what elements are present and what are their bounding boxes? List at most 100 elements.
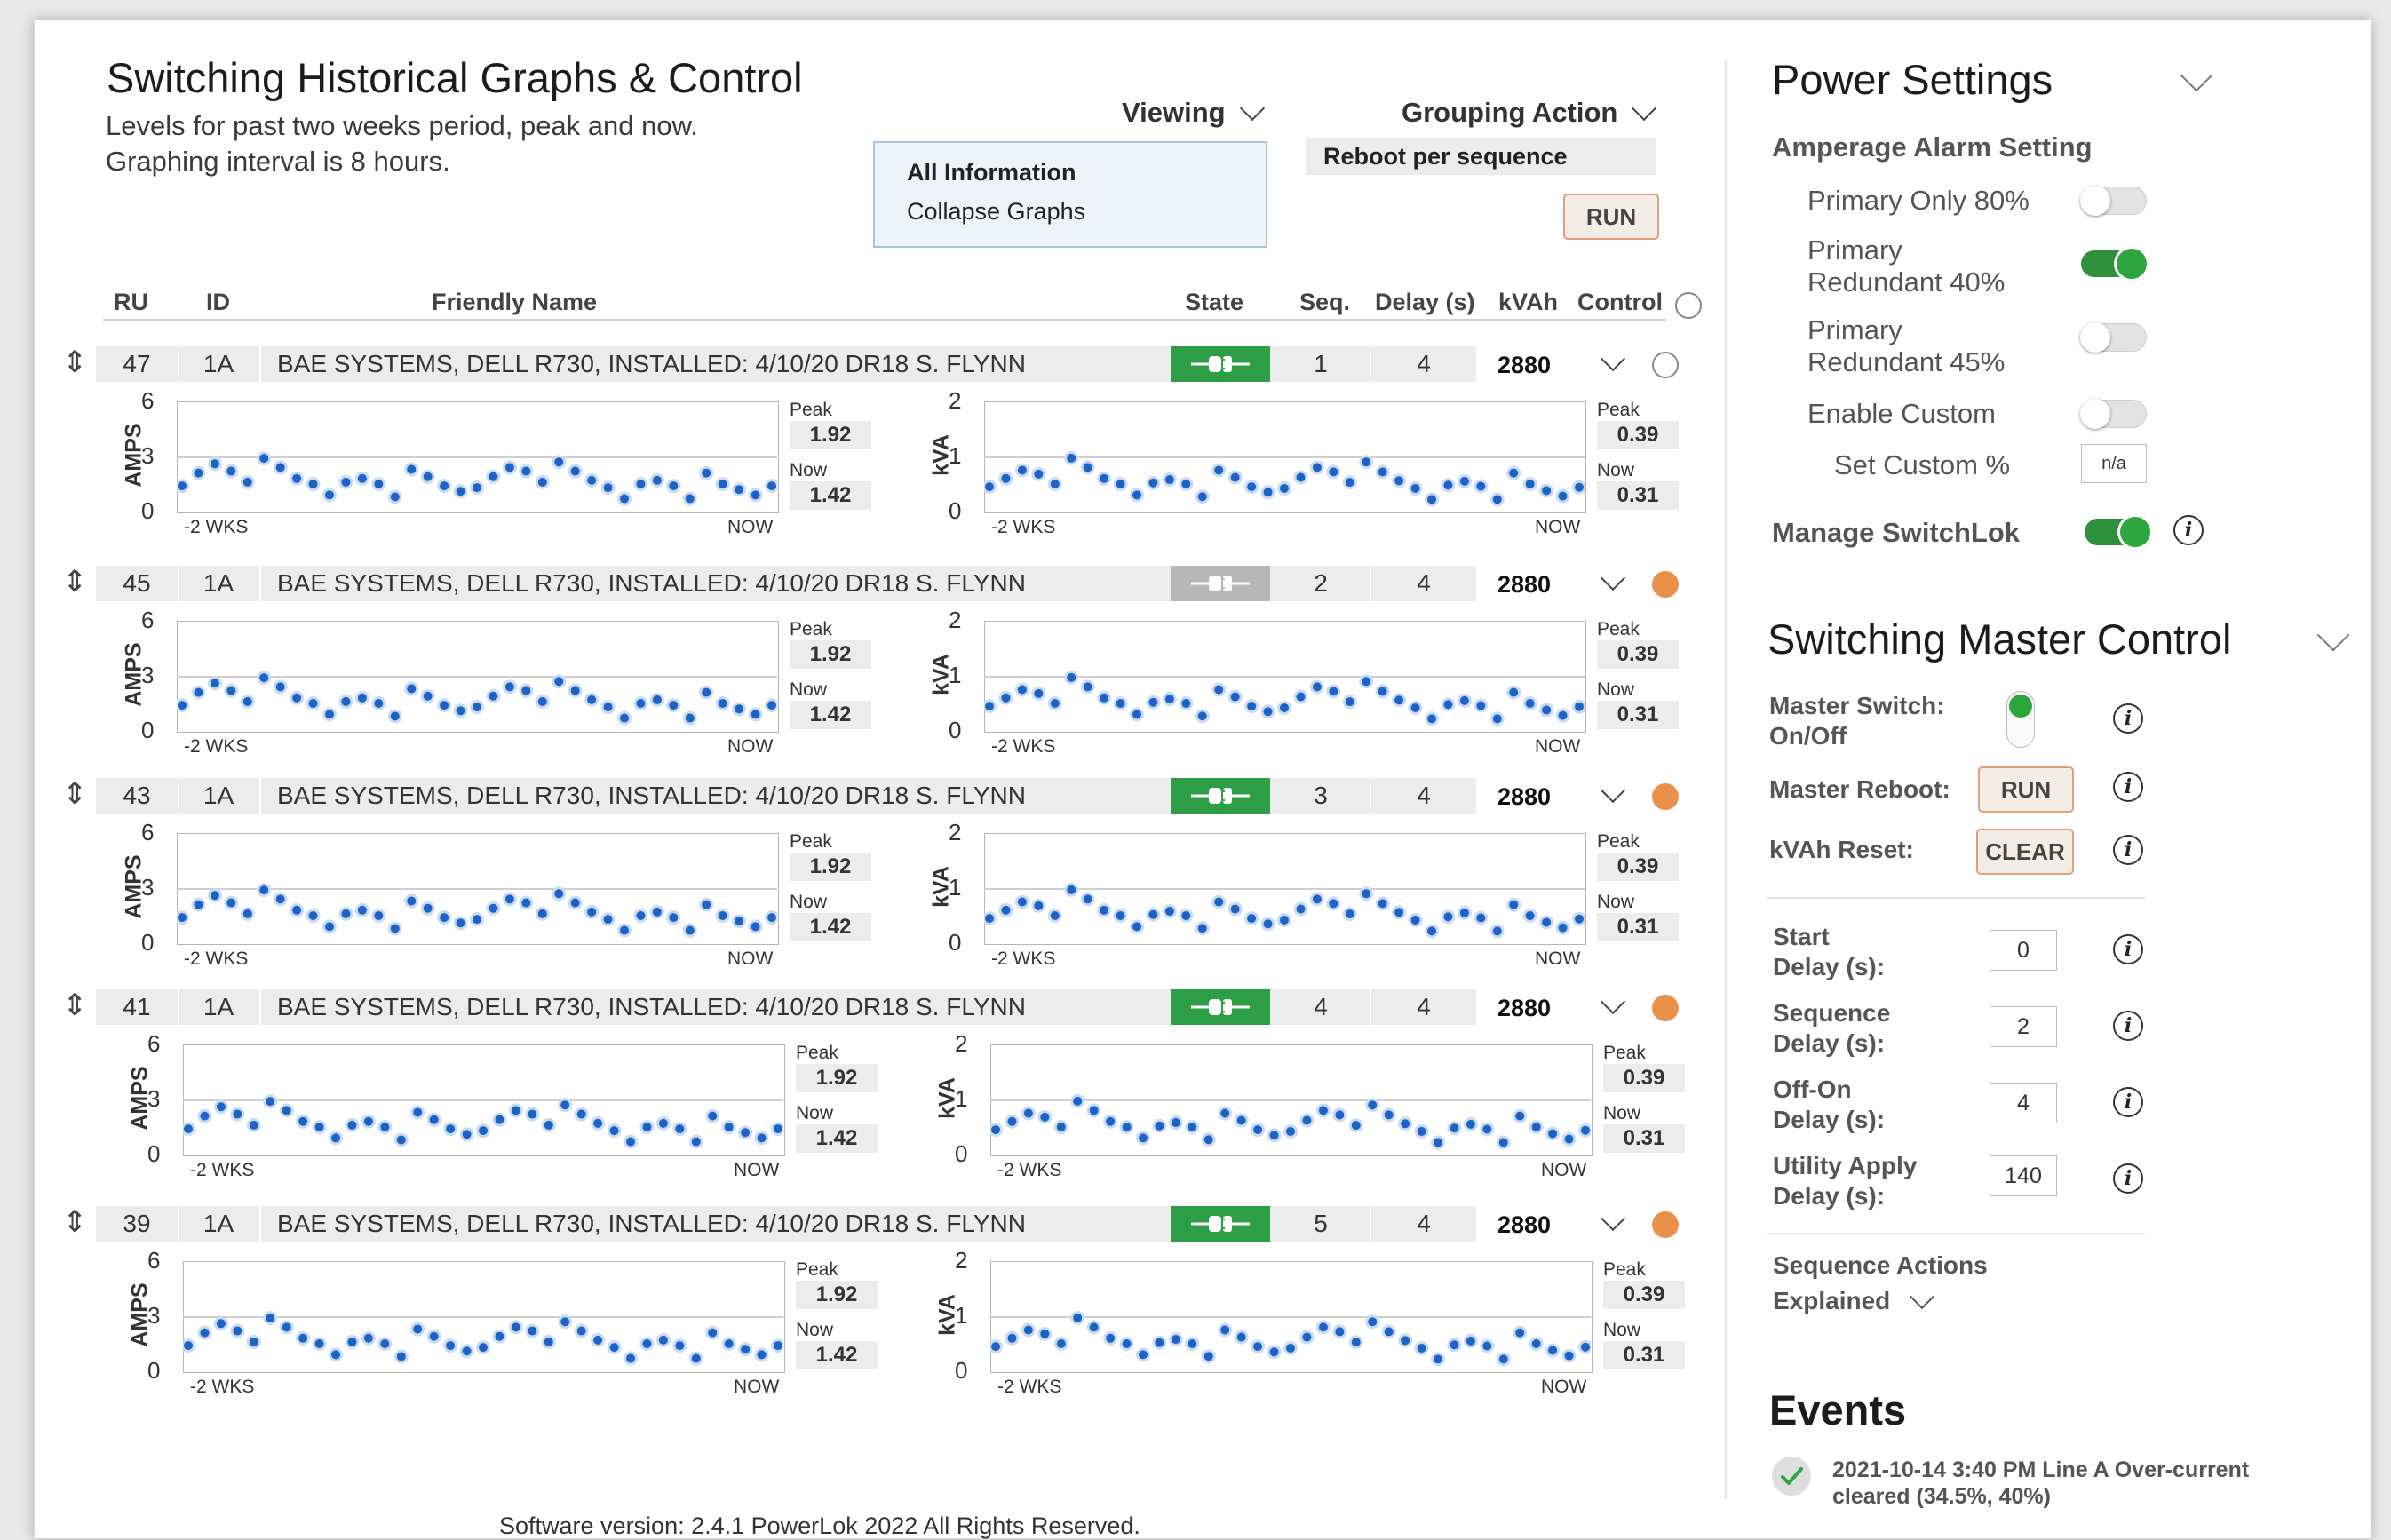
sort-arrows-icon[interactable]: ⇕ [62,564,88,599]
info-icon[interactable]: i [2113,1163,2143,1194]
sort-arrows-icon[interactable]: ⇕ [62,345,88,380]
off-on-delay-input[interactable]: 4 [1990,1083,2057,1123]
info-icon[interactable]: i [2113,1087,2143,1117]
row-select-radio-selected[interactable] [1652,995,1679,1021]
amps-data-point [767,701,776,710]
sort-arrows-icon[interactable]: ⇕ [62,1204,88,1240]
select-all-radio[interactable] [1675,292,1702,319]
row-select-radio[interactable] [1652,352,1679,378]
kva-data-point [1269,1347,1279,1357]
grouping-run-button[interactable]: RUN [1563,194,1659,240]
info-icon[interactable]: i [2113,772,2143,802]
kva-plot-1 [984,670,1585,726]
footer-text: Software version: 2.4.1 PowerLok 2022 Al… [499,1512,1140,1539]
row-select-radio-selected[interactable] [1652,571,1679,598]
kva-data-point [1434,1138,1442,1147]
amps-data-point [363,1116,373,1126]
amps-data-point [423,472,433,481]
grouping-action-dropdown[interactable]: Grouping Action [1402,95,1657,129]
kva-tick-0: 2 [949,387,962,414]
amps-peak-label-1: Peak [790,619,832,639]
grouping-action-select[interactable]: Reboot per sequence [1306,138,1656,175]
amps-data-point [587,907,597,917]
kva-data-point [1531,1339,1541,1348]
menu-item-collapse-graphs[interactable]: Collapse Graphs [907,198,1085,226]
amps-data-point [210,891,219,901]
row-id: 1A [178,346,261,382]
info-icon[interactable]: i [2113,934,2143,964]
sort-arrows-icon[interactable]: ⇕ [62,776,88,812]
kva-data-point [1296,692,1306,702]
kva-data-point [1362,889,1371,899]
start-delay-input[interactable]: 0 [1990,930,2057,971]
kva-data-point [1017,897,1027,907]
kva-data-point [1280,483,1289,493]
amps-tick-1: 3 [141,442,155,469]
set-custom-input[interactable]: n/a [2081,444,2147,483]
kva-data-point [1548,1346,1558,1355]
amps-data-point [489,903,498,913]
utility-apply-delay-label-2: Delay (s): [1773,1182,1886,1210]
row-id: 1A [178,778,261,814]
menu-item-all-information[interactable]: All Information [907,159,1076,187]
toggle-enable-custom[interactable] [2080,399,2147,429]
info-icon[interactable]: i [2113,1011,2143,1041]
option-primary-only-label: Primary Only 80% [1807,185,2030,216]
sort-arrows-icon[interactable]: ⇕ [62,988,88,1023]
amps-data-point [685,925,695,935]
amps-data-point [194,468,203,478]
amps-data-point [233,1326,242,1336]
utility-apply-delay-input[interactable]: 140 [1990,1155,2057,1196]
kva-data-point [1083,894,1092,904]
amps-tick-2: 0 [147,1357,161,1384]
kva-data-point [1394,695,1404,705]
amps-data-point [242,909,252,918]
master-switch-toggle[interactable] [2006,691,2035,748]
amps-tick-0: 6 [141,607,155,633]
sequence-delay-input[interactable]: 2 [1990,1006,2057,1047]
col-friendly-name: Friendly Name [432,289,598,315]
toggle-primary-only[interactable] [2080,186,2147,216]
kva-tick-2: 0 [949,717,962,743]
amps-data-point [626,1353,635,1363]
kvah-reset-clear-button[interactable]: CLEAR [1976,829,2074,875]
master-reboot-run-button[interactable]: RUN [1978,766,2074,813]
kva-data-point [1230,692,1240,702]
amps-data-point [210,459,219,469]
row-delay: 4 [1371,778,1478,814]
kva-data-point [1401,1119,1410,1129]
row-seq: 2 [1272,566,1371,601]
state-toggle[interactable] [1171,566,1270,601]
toggle-redundant-40[interactable] [2081,249,2147,279]
info-icon[interactable]: i [2173,515,2204,545]
kva-tick-2: 0 [949,929,962,956]
row-select-radio-selected[interactable] [1652,783,1679,810]
amps-data-point [774,1124,782,1134]
info-icon[interactable]: i [2113,703,2143,734]
viewing-dropdown[interactable]: Viewing [1122,95,1265,129]
info-icon[interactable]: i [2113,835,2143,865]
amps-data-point [718,480,727,488]
amps-data-point [652,475,662,485]
kva-x-end-2: NOW [1535,949,1581,969]
amps-data-point [216,1319,226,1329]
kva-data-point [1132,922,1141,932]
state-toggle[interactable] [1171,1206,1270,1242]
amps-data-point [407,464,417,474]
state-toggle[interactable] [1171,346,1270,382]
toggle-redundant-45[interactable] [2080,322,2147,353]
sequence-actions-toggle[interactable]: Explained [1773,1283,1935,1316]
toggle-manage-switchlok[interactable] [2085,517,2150,547]
kvah-reset-label: kVAh Reset: [1769,836,1914,863]
row-id: 1A [178,1206,261,1242]
amps-data-point [429,1331,439,1341]
kva-data-point [1558,710,1568,720]
state-toggle[interactable] [1171,989,1270,1025]
state-toggle[interactable] [1171,778,1270,814]
kva-data-point [1263,488,1273,497]
amps-data-point [266,1097,275,1107]
kva-data-point [1329,467,1338,477]
amps-data-point [603,915,613,925]
kva-data-point [1482,1124,1492,1134]
row-select-radio-selected[interactable] [1652,1211,1679,1238]
